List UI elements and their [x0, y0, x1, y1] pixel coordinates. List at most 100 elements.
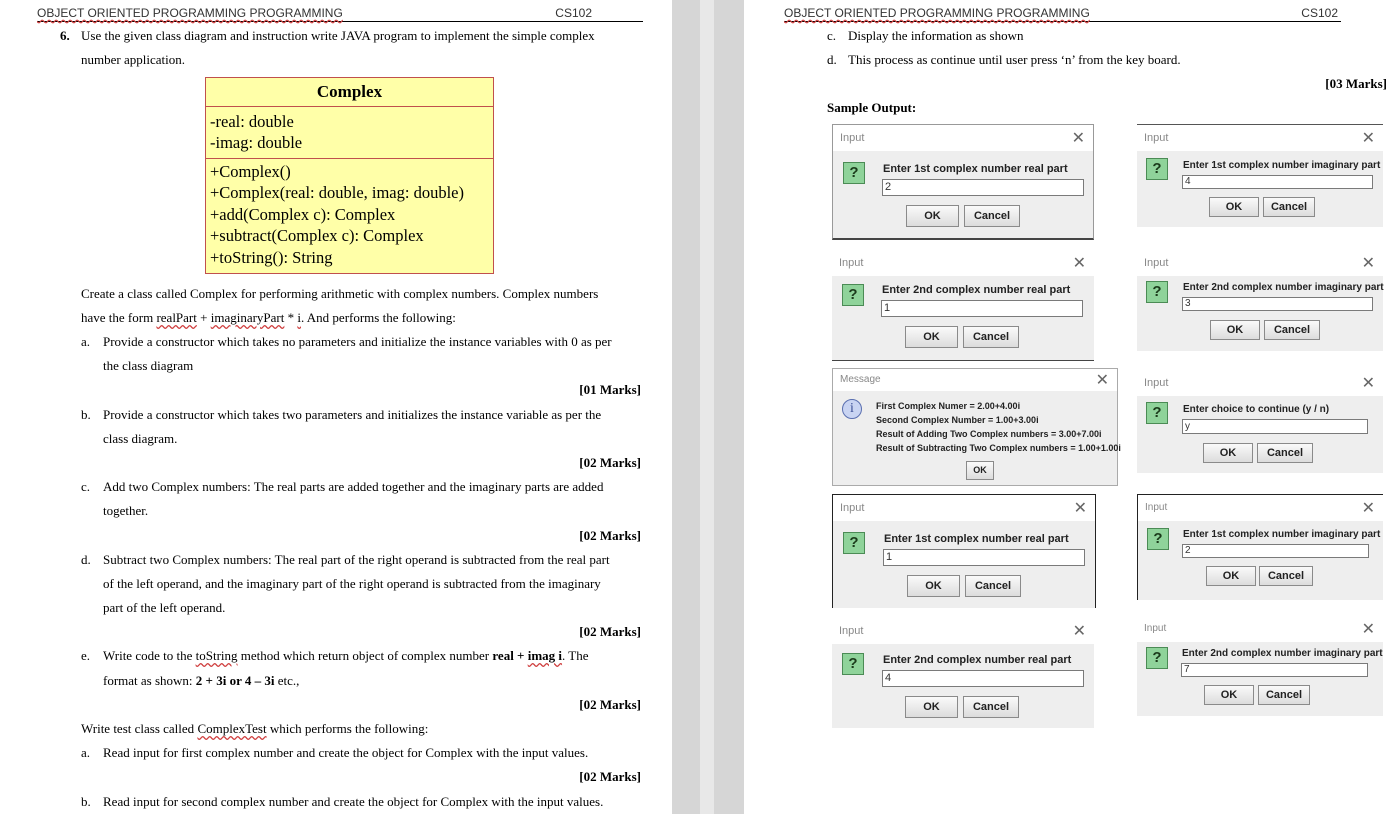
item-d-text: Subtract two Complex numbers: The real p… — [103, 552, 610, 567]
question-number: 6. — [60, 28, 70, 43]
question-text: Use the given class diagram and instruct… — [81, 28, 595, 43]
item-b-text-cont: class diagram. — [103, 431, 178, 446]
cancel-button[interactable]: Cancel — [1257, 443, 1313, 463]
close-icon[interactable]: ✕ — [1073, 253, 1086, 273]
test-class-intro: Write test class called ComplexTest whic… — [81, 721, 429, 736]
uml-method: +Complex(real: double, imag: double) — [210, 183, 464, 202]
test-item-b-text: Read input for second complex number and… — [103, 794, 604, 809]
ok-button[interactable]: OK — [1210, 320, 1260, 340]
dialog-prompt: Enter 2nd complex number imaginary part — [1182, 648, 1383, 659]
cancel-button[interactable]: Cancel — [965, 575, 1021, 597]
uml-method: +Complex() — [210, 162, 291, 181]
uml-method: +subtract(Complex c): Complex — [210, 226, 424, 245]
item-letter: c. — [81, 479, 91, 494]
ok-button[interactable]: OK — [906, 205, 959, 227]
cancel-button[interactable]: Cancel — [1264, 320, 1320, 340]
close-icon[interactable]: ✕ — [1362, 619, 1375, 639]
dialog-titlebar: Input ✕ — [1138, 495, 1383, 521]
item-a-text: Provide a constructor which takes no par… — [103, 334, 612, 349]
input-field[interactable]: 3 — [1182, 297, 1373, 311]
ok-button[interactable]: OK — [1206, 566, 1256, 586]
ok-button[interactable]: OK — [905, 326, 958, 348]
document-page-right: OBJECT ORIENTED PROGRAMMING PROGRAMMING … — [744, 0, 1391, 814]
item-letter: a. — [81, 745, 91, 760]
input-field[interactable]: y — [1182, 419, 1368, 434]
input-field[interactable]: 7 — [1181, 663, 1368, 677]
info-icon: i — [842, 399, 862, 419]
vertical-scrollbar[interactable] — [700, 0, 714, 814]
message-dialog: Message ✕ i First Complex Numer = 2.00+4.… — [832, 368, 1121, 486]
test-item-a-text: Read input for first complex number and … — [103, 745, 589, 760]
ok-button[interactable]: OK — [1209, 197, 1259, 217]
header-course-title: OBJECT ORIENTED PROGRAMMING PROGRAMMING — [37, 6, 343, 20]
item-b-text: Provide a constructor which takes two pa… — [103, 407, 602, 422]
cancel-button[interactable]: Cancel — [963, 326, 1019, 348]
close-icon[interactable]: ✕ — [1074, 498, 1087, 518]
uml-class-name: Complex — [206, 78, 493, 107]
dialog-titlebar: Input ✕ — [1137, 370, 1383, 396]
cancel-button[interactable]: Cancel — [1259, 566, 1313, 586]
close-icon[interactable]: ✕ — [1072, 128, 1085, 148]
marks-label: [02 Marks] — [579, 455, 641, 470]
input-field[interactable]: 4 — [1182, 175, 1373, 189]
item-e-text: Write code to the toString method which … — [103, 648, 589, 663]
item-letter: c. — [827, 28, 837, 43]
uml-method: +toString(): String — [210, 248, 333, 267]
header-course-code: CS102 — [555, 6, 592, 20]
item-d-text-cont: part of the left operand. — [103, 600, 226, 615]
dialog-titlebar: Input ✕ — [832, 250, 1094, 276]
marks-label: [01 Marks] — [579, 382, 641, 397]
dialog-prompt: Enter 2nd complex number real part — [882, 284, 1071, 296]
item-letter: a. — [81, 334, 91, 349]
input-field[interactable]: 4 — [882, 670, 1084, 687]
close-icon[interactable]: ✕ — [1362, 253, 1375, 273]
para-intro: Create a class called Complex for perfor… — [81, 286, 599, 301]
dialog-titlebar: Message ✕ — [833, 369, 1117, 391]
question-icon: ? — [842, 284, 864, 306]
item-c-text-cont: together. — [103, 503, 149, 518]
item-letter: d. — [81, 552, 91, 567]
close-icon[interactable]: ✕ — [1362, 373, 1375, 393]
question-icon: ? — [843, 532, 865, 554]
question-icon: ? — [1146, 647, 1168, 669]
cancel-button[interactable]: Cancel — [963, 696, 1019, 718]
close-icon[interactable]: ✕ — [1362, 128, 1375, 148]
input-field[interactable]: 1 — [883, 549, 1085, 566]
dialog-prompt: Enter choice to continue (y / n) — [1183, 404, 1330, 415]
ok-button[interactable]: OK — [905, 696, 958, 718]
input-dialog: Input ✕ ? Enter 1st complex number imagin… — [1137, 124, 1383, 227]
uml-class-diagram: Complex -real: double -imag: double +Com… — [205, 77, 494, 274]
close-icon[interactable]: ✕ — [1073, 621, 1086, 641]
input-field[interactable]: 2 — [1182, 544, 1369, 558]
item-d-text: This process as continue until user pres… — [848, 52, 1181, 67]
cancel-button[interactable]: Cancel — [964, 205, 1020, 227]
cancel-button[interactable]: Cancel — [1263, 197, 1315, 217]
item-letter: e. — [81, 648, 91, 663]
question-icon: ? — [1146, 281, 1168, 303]
dialog-titlebar: Input ✕ — [833, 495, 1095, 521]
marks-label: [02 Marks] — [579, 769, 641, 784]
cancel-button[interactable]: Cancel — [1258, 685, 1310, 705]
item-letter: b. — [81, 794, 91, 809]
input-dialog: Input ✕ ? Enter 2nd complex number real p… — [832, 250, 1094, 361]
close-icon[interactable]: ✕ — [1362, 498, 1375, 518]
item-letter: d. — [827, 52, 837, 67]
ok-button[interactable]: OK — [907, 575, 960, 597]
uml-field: -real: double — [210, 112, 294, 131]
uml-fields: -real: double -imag: double — [206, 107, 493, 159]
dialog-prompt: Enter 2nd complex number imaginary part — [1183, 282, 1384, 293]
input-field[interactable]: 2 — [882, 179, 1084, 196]
item-c-text: Display the information as shown — [848, 28, 1024, 43]
marks-label: [03 Marks] — [1325, 76, 1387, 91]
uml-field: -imag: double — [210, 133, 303, 152]
ok-button[interactable]: OK — [1204, 685, 1254, 705]
message-line: Second Complex Number = 1.00+3.00i — [876, 415, 1039, 425]
marks-label: [02 Marks] — [579, 528, 641, 543]
input-field[interactable]: 1 — [881, 300, 1083, 317]
dialog-titlebar: Input ✕ — [1137, 125, 1383, 151]
ok-button[interactable]: OK — [966, 461, 994, 480]
question-icon: ? — [1147, 528, 1169, 550]
ok-button[interactable]: OK — [1203, 443, 1253, 463]
close-icon[interactable]: ✕ — [1096, 370, 1109, 390]
message-line: First Complex Numer = 2.00+4.00i — [876, 401, 1021, 411]
